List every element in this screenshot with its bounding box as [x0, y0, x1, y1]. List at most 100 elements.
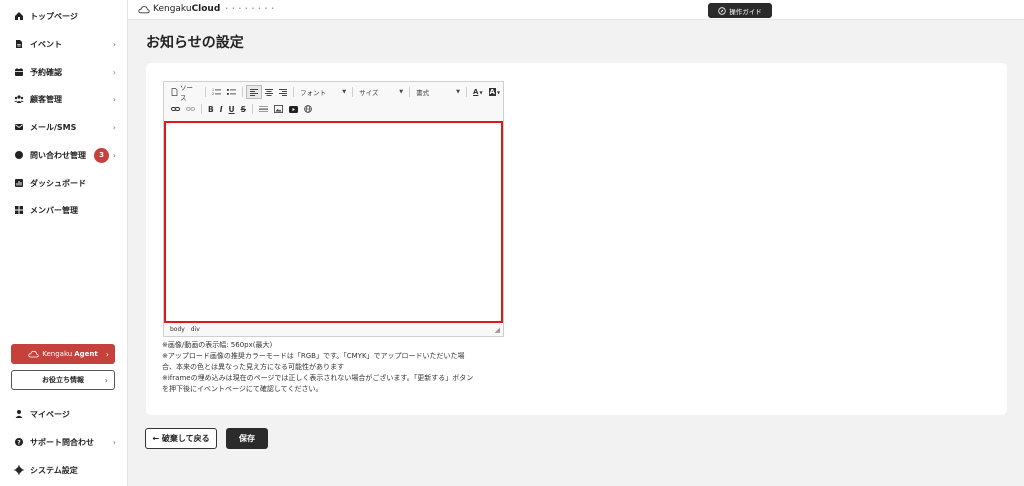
background-color-icon: A	[488, 88, 496, 96]
source-icon	[171, 88, 178, 96]
useful-info-label: お役立ち情報	[42, 376, 84, 384]
sidebar: トップページ イベント › 予約確認 › 顧客管理 › メール/SMS › 問い…	[0, 0, 128, 486]
sidebar-item-label: ダッシュボード	[30, 178, 86, 188]
compass-icon	[718, 6, 726, 15]
toolbar-separator	[201, 104, 202, 114]
chevron-right-icon: ›	[112, 94, 116, 104]
editor-notes: ※画像/動画の表示幅: 560px(最大) ※アップロード画像の推奨カラーモード…	[162, 340, 512, 395]
editor-content-area[interactable]	[164, 121, 503, 323]
unlink-icon	[186, 106, 195, 112]
save-button[interactable]: 保存	[226, 428, 268, 449]
document-icon	[14, 39, 24, 49]
mail-icon	[14, 122, 24, 132]
text-color-button[interactable]: A ▼	[470, 86, 486, 98]
iframe-button[interactable]	[301, 103, 315, 115]
unlink-button[interactable]	[183, 103, 198, 115]
chevron-right-icon: ›	[112, 67, 116, 77]
bullet-list-icon	[227, 88, 237, 96]
sidebar-item-label: トップページ	[30, 11, 78, 21]
sidebar-item-dashboard[interactable]: ダッシュボード	[0, 173, 128, 193]
italic-button[interactable]: I	[217, 103, 226, 115]
sidebar-item-label: 問い合わせ管理	[30, 150, 86, 160]
toolbar-separator	[242, 87, 244, 97]
chevron-right-icon: ›	[112, 122, 116, 132]
align-center-icon	[265, 88, 274, 96]
align-left-button[interactable]	[246, 85, 263, 99]
sidebar-item-top[interactable]: トップページ	[0, 6, 128, 26]
size-select[interactable]: サイズ ▼	[356, 86, 406, 98]
chart-icon	[14, 178, 24, 188]
rich-text-editor: ソース 12 フォント ▼ サイズ ▼ 書式 ▼ A ▼ A ▼ B I U S…	[163, 81, 504, 337]
useful-info-button[interactable]: お役立ち情報 ›	[11, 370, 115, 390]
home-icon	[14, 11, 24, 21]
link-button[interactable]	[168, 103, 183, 115]
numbered-list-button[interactable]: 12	[209, 86, 224, 98]
align-center-button[interactable]	[262, 86, 276, 98]
path-tag-div[interactable]: div	[191, 326, 200, 333]
dropdown-caret-icon: ▼	[342, 89, 347, 95]
youtube-button[interactable]	[286, 103, 301, 115]
kengaku-agent-button[interactable]: Kengaku Agent ›	[11, 344, 115, 364]
sidebar-item-label: マイページ	[30, 409, 70, 419]
toolbar-separator	[252, 104, 254, 114]
sidebar-item-mail-sms[interactable]: メール/SMS ›	[0, 117, 128, 137]
youtube-icon	[289, 105, 299, 113]
svg-text:2: 2	[212, 92, 214, 96]
strikethrough-button[interactable]: S	[238, 103, 249, 115]
horizontal-rule-icon	[259, 105, 269, 113]
sidebar-item-customers[interactable]: 顧客管理 ›	[0, 89, 128, 109]
source-label: ソース	[180, 84, 193, 102]
guide-label: 操作ガイド	[729, 7, 762, 16]
grid-icon	[14, 205, 24, 215]
font-select[interactable]: フォント ▼	[297, 86, 349, 98]
sidebar-item-event[interactable]: イベント ›	[0, 34, 128, 54]
sidebar-item-label: イベント	[30, 39, 62, 49]
help-icon: ?	[14, 437, 24, 447]
image-button[interactable]	[271, 103, 286, 115]
editor-statusbar: body div	[170, 326, 200, 333]
toolbar-separator	[409, 87, 411, 97]
globe-icon	[304, 105, 312, 113]
sidebar-item-mypage[interactable]: マイページ	[0, 404, 128, 424]
toolbar-separator	[466, 87, 468, 97]
dropdown-caret-icon: ▼	[496, 89, 501, 95]
operation-guide-button[interactable]: 操作ガイド	[708, 3, 772, 18]
sidebar-item-reservation[interactable]: 予約確認 ›	[0, 62, 128, 82]
agent-brand-bold: Agent	[74, 350, 98, 358]
underline-button[interactable]: U	[226, 103, 238, 115]
font-select-label: フォント	[300, 89, 327, 97]
dropdown-caret-icon: ▼	[399, 89, 404, 95]
logo-text-bold: Cloud	[191, 4, 221, 14]
logo-tagline: • • • • • • • •	[225, 6, 276, 12]
background-color-button[interactable]: A ▼	[486, 86, 504, 98]
chevron-right-icon: ›	[112, 39, 116, 49]
note-line: ※画像/動画の表示幅: 560px(最大)	[162, 341, 273, 349]
bold-button[interactable]: B	[205, 103, 217, 115]
calendar-icon	[14, 67, 24, 77]
source-button[interactable]: ソース	[168, 84, 202, 102]
path-tag-body[interactable]: body	[170, 326, 185, 333]
format-select[interactable]: 書式 ▼	[413, 86, 463, 98]
sidebar-item-label: メール/SMS	[30, 122, 77, 132]
align-left-icon	[250, 88, 259, 96]
gear-icon	[14, 465, 24, 475]
sidebar-item-system-settings[interactable]: システム設定	[0, 460, 128, 480]
sidebar-item-label: 予約確認	[30, 67, 62, 77]
size-select-label: サイズ	[359, 89, 379, 97]
dropdown-caret-icon: ▼	[479, 89, 483, 95]
align-right-button[interactable]	[276, 86, 290, 98]
sidebar-item-members[interactable]: メンバー管理	[0, 200, 128, 220]
sidebar-item-label: サポート問合わせ	[30, 437, 94, 447]
horizontal-rule-button[interactable]	[256, 103, 271, 115]
sidebar-item-support[interactable]: ? サポート問合わせ ›	[0, 432, 128, 452]
top-header: Kengaku Cloud • • • • • • • • 操作ガイド	[128, 0, 1024, 20]
bullet-list-button[interactable]	[224, 86, 239, 98]
dropdown-caret-icon: ▼	[456, 89, 461, 95]
sidebar-item-label: システム設定	[30, 465, 78, 475]
note-line: 合、本来の色とは異なった見え方になる可能性があります	[162, 363, 344, 371]
kengaku-cloud-logo[interactable]: Kengaku Cloud • • • • • • • •	[138, 4, 275, 14]
resize-handle-icon[interactable]: ◢	[495, 326, 500, 334]
discard-and-back-button[interactable]: ← 破棄して戻る	[145, 428, 217, 449]
sidebar-item-inquiries[interactable]: 問い合わせ管理 3 ›	[0, 145, 128, 165]
cloud-logo-icon	[138, 5, 150, 14]
